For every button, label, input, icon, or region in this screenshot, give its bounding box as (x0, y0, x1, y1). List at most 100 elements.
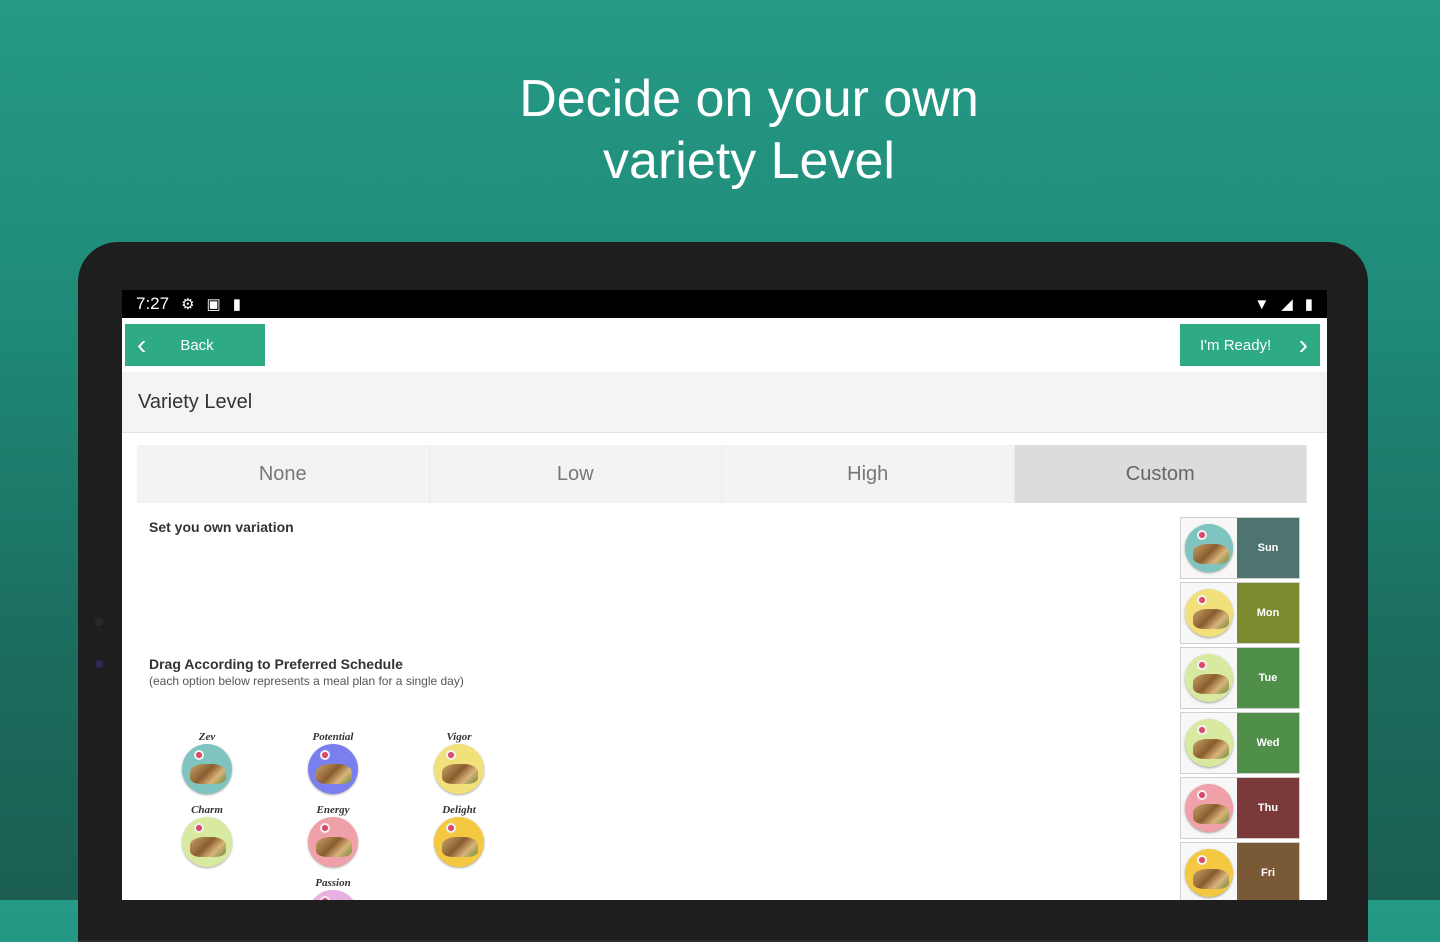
meal-plan-option[interactable]: Potential (303, 730, 363, 794)
app-screen: 7:27 ⚙ ▣ ▮ ▼ ◢ ▮ ‹ Back I'm Ready! › Var… (122, 290, 1327, 900)
meal-plan-option[interactable]: Passion (303, 876, 363, 900)
food-dish-image (1193, 739, 1229, 759)
flower-decoration (194, 823, 204, 833)
back-button-label: Back (180, 336, 214, 354)
drag-instruction-label: Drag According to Preferred Schedule (149, 656, 403, 672)
chevron-right-icon: › (1298, 329, 1308, 360)
headline: Decide on your own variety Level (0, 68, 1440, 192)
meal-plan-image (182, 817, 232, 867)
meal-plan-image (1185, 719, 1233, 767)
variety-option-low[interactable]: Low (430, 445, 722, 503)
flower-decoration (1197, 855, 1207, 865)
weekly-schedule: Sun Mon Tue Wed Thu Fri (1180, 517, 1300, 900)
meal-plan-image (182, 744, 232, 794)
headline-line-1: Decide on your own (519, 70, 979, 128)
meal-plan-name: Potential (312, 731, 354, 743)
flower-decoration (194, 750, 204, 760)
schedule-day-label: Fri (1237, 843, 1299, 900)
schedule-day-slot[interactable]: Wed (1180, 712, 1300, 774)
sd-card-icon: ▮ (232, 295, 241, 313)
schedule-day-slot[interactable]: Mon (1180, 582, 1300, 644)
tablet-sensor-dot (95, 618, 103, 626)
schedule-day-label: Mon (1237, 583, 1299, 643)
schedule-plan-thumb (1181, 648, 1237, 708)
section-title: Variety Level (138, 390, 253, 413)
schedule-plan-thumb (1181, 583, 1237, 643)
schedule-day-label: Wed (1237, 713, 1299, 773)
flower-decoration (1197, 660, 1207, 670)
status-time: 7:27 (136, 294, 170, 313)
chevron-left-icon: ‹ (137, 329, 147, 360)
variety-level-selector: None Low High Custom (137, 445, 1307, 503)
food-dish-image (316, 837, 352, 857)
flower-decoration (320, 750, 330, 760)
set-variation-label: Set you own variation (149, 519, 294, 535)
schedule-plan-thumb (1181, 778, 1237, 838)
variety-option-none[interactable]: None (137, 445, 430, 503)
food-dish-image (1193, 869, 1229, 889)
food-dish-image (1193, 674, 1229, 694)
flower-decoration (320, 823, 330, 833)
meal-plan-image (434, 817, 484, 867)
meal-plan-image (308, 817, 358, 867)
schedule-day-slot[interactable]: Thu (1180, 777, 1300, 839)
food-dish-image (190, 764, 226, 784)
wifi-icon: ▼ (1254, 295, 1270, 313)
meal-plan-image (1185, 654, 1233, 702)
meal-plan-image (434, 744, 484, 794)
schedule-day-slot[interactable]: Fri (1180, 842, 1300, 900)
square-notification-icon: ▣ (206, 295, 221, 313)
schedule-day-label: Thu (1237, 778, 1299, 838)
meal-plan-option[interactable]: Vigor (429, 730, 489, 794)
meal-plan-image (1185, 849, 1233, 897)
meal-plan-image (308, 890, 358, 900)
schedule-day-label: Tue (1237, 648, 1299, 708)
food-dish-image (190, 837, 226, 857)
variety-option-custom[interactable]: Custom (1014, 445, 1307, 503)
back-button[interactable]: ‹ Back (125, 324, 265, 366)
meal-plan-image (1185, 524, 1233, 572)
food-dish-image (316, 764, 352, 784)
signal-icon: ◢ (1281, 295, 1293, 313)
tablet-sensor-dot (95, 660, 103, 668)
schedule-day-label: Sun (1237, 518, 1299, 578)
meal-plan-name: Passion (315, 877, 351, 889)
meal-plan-image (1185, 784, 1233, 832)
schedule-day-slot[interactable]: Tue (1180, 647, 1300, 709)
schedule-plan-thumb (1181, 843, 1237, 900)
schedule-plan-thumb (1181, 518, 1237, 578)
meal-plan-image (308, 744, 358, 794)
drag-instruction-subtext: (each option below represents a meal pla… (149, 674, 464, 688)
variety-option-high[interactable]: High (722, 445, 1015, 503)
flower-decoration (446, 750, 456, 760)
battery-icon: ▮ (1304, 295, 1313, 313)
meal-plan-option[interactable]: Charm (177, 803, 237, 867)
flower-decoration (1197, 595, 1207, 605)
food-dish-image (442, 764, 478, 784)
meal-plan-name: Delight (442, 804, 476, 816)
section-header: Variety Level (122, 372, 1327, 433)
flower-decoration (1197, 725, 1207, 735)
meal-plan-option[interactable]: Delight (429, 803, 489, 867)
headline-line-2: variety Level (603, 132, 895, 190)
ready-button-label: I'm Ready! (1200, 336, 1272, 354)
meal-plan-name: Zev (198, 731, 216, 743)
flower-decoration (446, 823, 456, 833)
meal-plan-option[interactable]: Zev (177, 730, 237, 794)
food-dish-image (1193, 544, 1229, 564)
food-dish-image (1193, 609, 1229, 629)
food-dish-image (442, 837, 478, 857)
meal-plan-name: Vigor (446, 731, 472, 743)
meal-plan-name: Charm (191, 804, 223, 816)
schedule-plan-thumb (1181, 713, 1237, 773)
flower-decoration (1197, 790, 1207, 800)
meal-plan-option[interactable]: Energy (303, 803, 363, 867)
food-dish-image (1193, 804, 1229, 824)
schedule-day-slot[interactable]: Sun (1180, 517, 1300, 579)
toolbar: ‹ Back I'm Ready! › (122, 318, 1327, 372)
flower-decoration (1197, 530, 1207, 540)
flower-decoration (320, 896, 330, 900)
ready-button[interactable]: I'm Ready! › (1180, 324, 1320, 366)
meal-plan-image (1185, 589, 1233, 637)
meal-plan-name: Energy (316, 804, 350, 816)
